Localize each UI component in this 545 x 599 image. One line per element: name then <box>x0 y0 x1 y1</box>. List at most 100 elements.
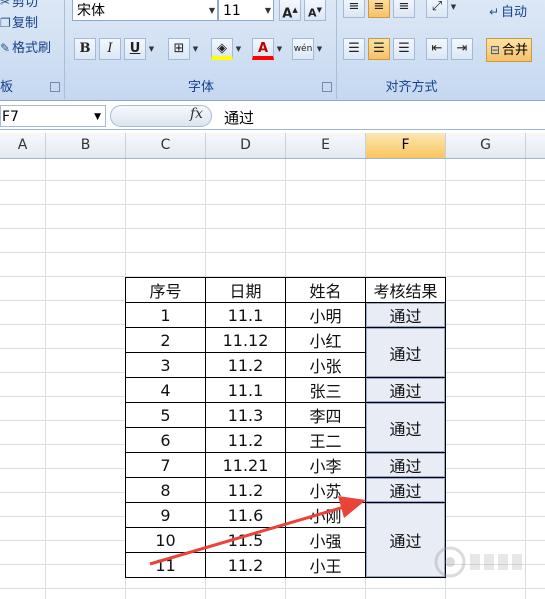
name-cell[interactable]: 小王 <box>285 552 366 578</box>
header-date[interactable]: 日期 <box>205 277 286 303</box>
result-cell[interactable]: 通过 <box>365 452 446 478</box>
result-cell[interactable]: 通过 <box>365 327 446 378</box>
date-cell[interactable]: 11.5 <box>205 527 286 553</box>
date-cell[interactable]: 11.6 <box>205 502 286 528</box>
wrap-text-button[interactable]: ↵ 自动 <box>489 2 527 22</box>
row-number-cell[interactable]: 8 <box>125 477 206 503</box>
align-top-button[interactable]: ≡ <box>343 0 365 18</box>
header-name[interactable]: 姓名 <box>285 277 366 303</box>
date-cell[interactable]: 11.21 <box>205 452 286 478</box>
name-box[interactable]: F7 ▼ <box>0 105 106 127</box>
column-header-b[interactable]: B <box>46 133 126 158</box>
row-number-cell[interactable]: 1 <box>125 302 206 328</box>
date-cell[interactable]: 11.1 <box>205 302 286 328</box>
table-body: 1 11.1 小明 通过 2 11.12 小红 通过 3 11.2 小张 4 11.1 张三 通过 5 11.3… <box>125 302 446 578</box>
header-result[interactable]: 考核结果 <box>365 277 446 303</box>
copy-button[interactable]: ❐复制 <box>0 13 38 33</box>
date-cell[interactable]: 11.2 <box>205 352 286 378</box>
copy-label: 复制 <box>12 16 39 31</box>
formula-input[interactable]: 通过 <box>224 107 254 128</box>
underline-button[interactable]: U <box>124 38 146 60</box>
underline-icon: U <box>129 41 141 56</box>
format-painter-label: 格式刷 <box>12 41 52 56</box>
paintbrush-icon: ✎ <box>0 41 11 55</box>
name-cell[interactable]: 小李 <box>285 452 366 478</box>
name-cell[interactable]: 小明 <box>285 302 366 328</box>
align-bottom-button[interactable]: ≡ <box>393 0 415 18</box>
chevron-down-icon: ▼ <box>264 6 271 15</box>
italic-icon: I <box>107 41 113 56</box>
fill-color-dropdown-icon[interactable]: ▼ <box>234 38 243 60</box>
fill-color-button[interactable]: ◈ <box>211 38 233 60</box>
result-cell[interactable]: 通过 <box>365 477 446 503</box>
name-cell[interactable]: 张三 <box>285 377 366 403</box>
column-header-f[interactable]: F <box>366 133 446 158</box>
column-header-e[interactable]: E <box>286 133 366 158</box>
cut-button[interactable]: ✂ 剪切 <box>0 0 38 12</box>
merge-center-button[interactable]: ⊟ 合并 <box>486 38 533 62</box>
borders-icon: ⊞ <box>173 41 185 56</box>
name-cell[interactable]: 王二 <box>285 427 366 453</box>
function-icon[interactable]: fx <box>190 106 203 122</box>
date-cell[interactable]: 11.3 <box>205 402 286 428</box>
orientation-dropdown-icon[interactable]: ▼ <box>449 0 458 18</box>
clipboard-launcher-icon[interactable] <box>50 82 60 92</box>
chevron-down-icon: ▼ <box>208 6 215 15</box>
date-cell[interactable]: 11.2 <box>205 427 286 453</box>
column-header-d[interactable]: D <box>206 133 286 158</box>
font-group: 宋体 ▼ 11 ▼ A▲ A▼ B I U ▼ ⊞ ▼ ◈ ▼ A ▼ wén … <box>66 0 337 99</box>
row-number-cell[interactable]: 2 <box>125 327 206 353</box>
phonetic-icon: wén <box>293 44 313 54</box>
name-cell[interactable]: 小张 <box>285 352 366 378</box>
align-middle-button[interactable]: ≡ <box>368 0 390 18</box>
phonetic-dropdown-icon[interactable]: ▼ <box>315 38 324 60</box>
date-cell[interactable]: 11.12 <box>205 327 286 353</box>
shrink-font-button[interactable]: A▼ <box>304 0 326 21</box>
phonetic-button[interactable]: wén <box>292 38 314 60</box>
bold-button[interactable]: B <box>74 38 96 60</box>
date-cell[interactable]: 11.1 <box>205 377 286 403</box>
chevron-down-icon: ▼ <box>94 112 101 122</box>
increase-indent-button[interactable]: ⇥ <box>451 38 473 60</box>
row-number-cell[interactable]: 10 <box>125 527 206 553</box>
borders-dropdown-icon[interactable]: ▼ <box>191 38 200 60</box>
font-color-button[interactable]: A <box>252 38 274 60</box>
align-right-button[interactable]: ☰ <box>393 38 415 60</box>
column-header-c[interactable]: C <box>126 133 206 158</box>
row-number-cell[interactable]: 5 <box>125 402 206 428</box>
row-number-cell[interactable]: 7 <box>125 452 206 478</box>
result-cell[interactable]: 通过 <box>365 402 446 453</box>
decrease-indent-button[interactable]: ⇤ <box>426 38 448 60</box>
format-painter-button[interactable]: ✎ 格式刷 <box>0 38 51 58</box>
row-number-cell[interactable]: 11 <box>125 552 206 578</box>
orientation-button[interactable]: ⤢ <box>426 0 448 18</box>
font-launcher-icon[interactable] <box>322 82 332 92</box>
font-size-select[interactable]: 11 ▼ <box>218 0 274 21</box>
column-header-g[interactable]: G <box>446 133 526 158</box>
result-cell[interactable]: 通过 <box>365 302 446 328</box>
name-cell[interactable]: 小强 <box>285 527 366 553</box>
name-cell[interactable]: 小刚 <box>285 502 366 528</box>
date-cell[interactable]: 11.2 <box>205 477 286 503</box>
name-box-value: F7 <box>2 109 19 125</box>
font-color-dropdown-icon[interactable]: ▼ <box>275 38 284 60</box>
date-cell[interactable]: 11.2 <box>205 552 286 578</box>
row-number-cell[interactable]: 4 <box>125 377 206 403</box>
borders-button[interactable]: ⊞ <box>168 38 190 60</box>
font-name-select[interactable]: 宋体 ▼ <box>72 0 218 21</box>
name-cell[interactable]: 小苏 <box>285 477 366 503</box>
name-cell[interactable]: 小红 <box>285 327 366 353</box>
row-number-cell[interactable]: 9 <box>125 502 206 528</box>
row-number-cell[interactable]: 6 <box>125 427 206 453</box>
paint-bucket-icon: ◈ <box>217 41 227 56</box>
header-no[interactable]: 序号 <box>125 277 206 303</box>
name-cell[interactable]: 李四 <box>285 402 366 428</box>
grow-font-button[interactable]: A▲ <box>279 0 301 21</box>
result-cell[interactable]: 通过 <box>365 377 446 403</box>
column-header-a[interactable]: A <box>0 133 46 158</box>
align-left-button[interactable]: ☰ <box>343 38 365 60</box>
row-number-cell[interactable]: 3 <box>125 352 206 378</box>
italic-button[interactable]: I <box>99 38 121 60</box>
underline-dropdown-icon[interactable]: ▼ <box>147 38 156 60</box>
align-center-button[interactable]: ☰ <box>368 38 390 60</box>
